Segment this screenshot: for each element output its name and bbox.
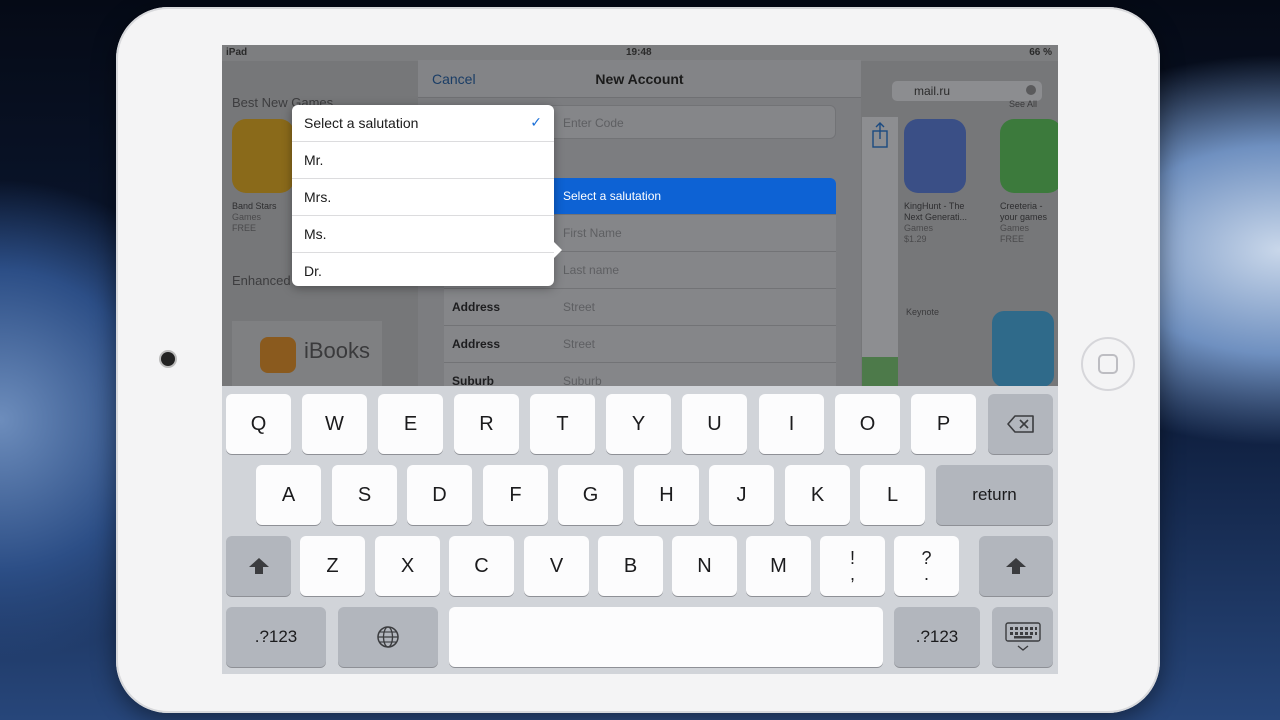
option-mr[interactable]: Mr. — [292, 142, 554, 179]
key-e[interactable]: E — [378, 394, 443, 454]
key-z[interactable]: Z — [300, 536, 365, 596]
status-bar: iPad 19:48 66 % — [222, 45, 1058, 61]
key-h[interactable]: H — [634, 465, 699, 525]
key-u[interactable]: U — [682, 394, 747, 454]
key-r[interactable]: R — [454, 394, 519, 454]
key-k[interactable]: K — [785, 465, 850, 525]
backspace-key[interactable] — [988, 394, 1053, 454]
key-exclaim-comma[interactable]: !, — [820, 536, 885, 596]
ipad-screen: iPad 19:48 66 % mail.ru Best New Games S… — [222, 45, 1058, 674]
backspace-icon — [1006, 415, 1034, 433]
salutation-popover: Select a salutation ✓ Mr. Mrs. Ms. Dr. — [292, 105, 562, 289]
key-o[interactable]: O — [835, 394, 900, 454]
key-n[interactable]: N — [672, 536, 737, 596]
key-v[interactable]: V — [524, 536, 589, 596]
globe-key[interactable] — [338, 607, 438, 667]
key-f[interactable]: F — [483, 465, 548, 525]
globe-icon — [377, 626, 399, 648]
keyboard-hide-icon — [1004, 622, 1041, 651]
numbers-key-left[interactable]: .?123 — [226, 607, 326, 667]
key-j[interactable]: J — [709, 465, 774, 525]
address-street-field-1[interactable]: Address Street — [444, 289, 836, 326]
return-key[interactable]: return — [936, 465, 1053, 525]
front-camera — [161, 352, 175, 366]
shift-icon — [1006, 557, 1026, 574]
key-d[interactable]: D — [407, 465, 472, 525]
key-s[interactable]: S — [332, 465, 397, 525]
key-g[interactable]: G — [558, 465, 623, 525]
see-all-link[interactable]: See All — [1009, 99, 1037, 109]
checkmark-icon: ✓ — [530, 114, 542, 130]
key-l[interactable]: L — [860, 465, 925, 525]
option-select-salutation[interactable]: Select a salutation ✓ — [292, 105, 554, 142]
app-icon-band-stars[interactable] — [232, 119, 294, 193]
app-caption-creeteria: Creeteria - your games Games FREE — [1000, 201, 1048, 244]
app-icon-kinghunt[interactable] — [904, 119, 966, 193]
search-field[interactable]: mail.ru — [892, 81, 1042, 101]
key-w[interactable]: W — [302, 394, 367, 454]
key-t[interactable]: T — [530, 394, 595, 454]
ibooks-icon — [260, 337, 296, 373]
modal-title: New Account — [595, 71, 684, 87]
space-bar[interactable] — [449, 607, 883, 667]
option-ms[interactable]: Ms. — [292, 216, 554, 253]
status-battery: 66 % — [1029, 47, 1052, 58]
modal-navbar: Cancel New Account — [418, 60, 861, 98]
key-b[interactable]: B — [598, 536, 663, 596]
clear-icon[interactable] — [1026, 85, 1036, 95]
status-carrier: iPad — [226, 47, 248, 58]
option-dr[interactable]: Dr. — [292, 253, 554, 289]
key-a[interactable]: A — [256, 465, 321, 525]
key-p[interactable]: P — [911, 394, 976, 454]
share-panel — [862, 117, 898, 357]
home-button[interactable] — [1081, 337, 1135, 391]
shift-key-right[interactable] — [979, 536, 1053, 596]
key-y[interactable]: Y — [606, 394, 671, 454]
keynote-label: Keynote — [906, 307, 940, 317]
option-mrs[interactable]: Mrs. — [292, 179, 554, 216]
key-x[interactable]: X — [375, 536, 440, 596]
search-text: mail.ru — [914, 84, 951, 98]
key-i[interactable]: I — [759, 394, 824, 454]
on-screen-keyboard: Q W E R T Y U I O P A S D F G H J K L re… — [222, 386, 1058, 674]
numbers-key-right[interactable]: .?123 — [894, 607, 980, 667]
key-m[interactable]: M — [746, 536, 811, 596]
app-icon-creeteria[interactable] — [1000, 119, 1058, 193]
app-caption-kinghunt: KingHunt - The Next Generati... Games $1… — [904, 201, 968, 244]
section-heading-enhanced: Enhanced — [232, 273, 291, 288]
key-question-period[interactable]: ?. — [894, 536, 959, 596]
key-q[interactable]: Q — [226, 394, 291, 454]
shift-key-left[interactable] — [226, 536, 291, 596]
key-c[interactable]: C — [449, 536, 514, 596]
address-street-field-2[interactable]: Address Street — [444, 326, 836, 363]
app-caption-band-stars: Band Stars Games FREE — [232, 201, 277, 233]
share-icon[interactable] — [862, 117, 898, 157]
status-time: 19:48 — [626, 47, 652, 58]
app-thumb-dragon[interactable] — [992, 311, 1054, 387]
hide-keyboard-key[interactable] — [992, 607, 1053, 667]
shift-icon — [248, 557, 269, 574]
